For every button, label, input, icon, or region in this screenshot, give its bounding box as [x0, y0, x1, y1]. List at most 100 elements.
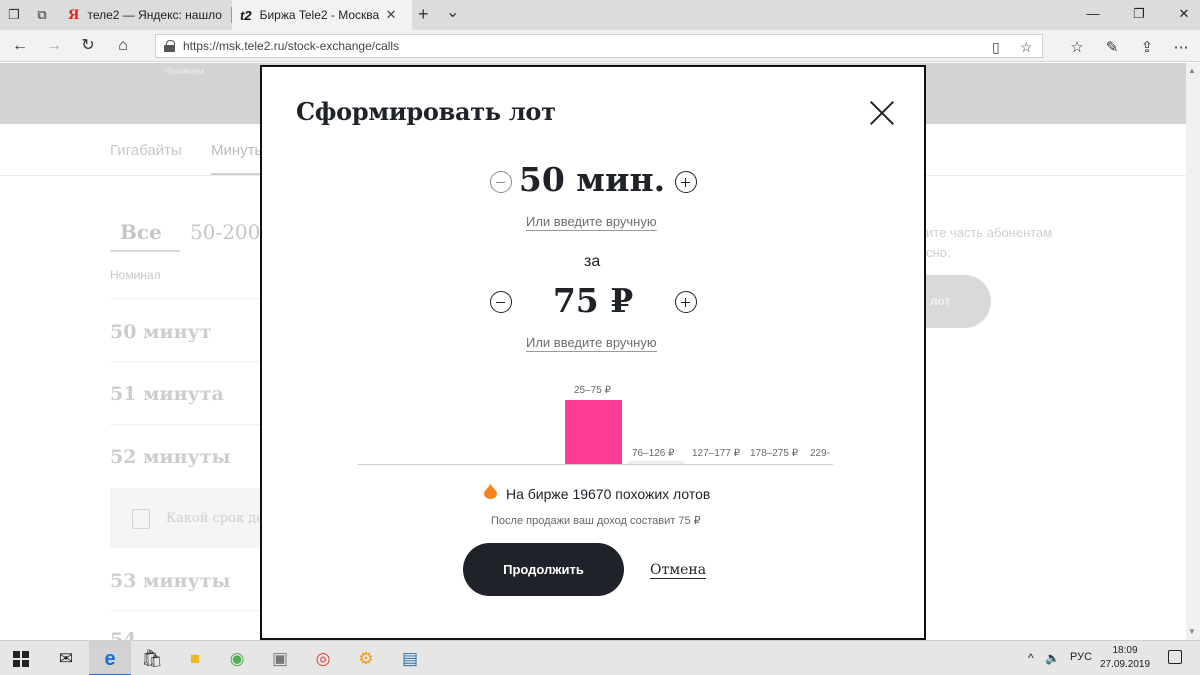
bg-list-item: 54	[110, 629, 137, 640]
url-text: https://msk.tele2.ru/stock-exchange/call…	[183, 39, 400, 53]
forward-icon[interactable]: →	[44, 37, 64, 55]
language-indicator[interactable]: РУС	[1070, 651, 1092, 663]
bg-right-text: сно.	[926, 245, 951, 260]
bg-filter-range: 50-200	[190, 220, 261, 244]
price-increase-button[interactable]	[675, 291, 697, 313]
tab-close-icon[interactable]: ✕	[386, 7, 397, 23]
more-icon[interactable]: ⋯	[1171, 38, 1191, 56]
taskbar-chrome[interactable]: ◎	[302, 641, 344, 675]
histogram-bar	[565, 400, 622, 464]
bg-tab-minutes: Минуты	[211, 142, 266, 159]
tray-chevron-icon[interactable]: ^	[1028, 651, 1034, 665]
bg-nominal-label: Номинал	[110, 268, 161, 282]
tab-preview-icon[interactable]: ❐	[6, 7, 22, 23]
histogram-baseline	[358, 464, 833, 465]
bg-header-text: Позавчера	[165, 67, 205, 76]
favorite-star-icon[interactable]: ☆	[1020, 39, 1033, 56]
windows-taskbar: ✉ e 🛍 ■ ◉ ▣ ◎ ⚙ ▤ ^ 🔈 РУС 18:09 27.09.20…	[0, 640, 1200, 675]
minutes-manual-input-link[interactable]: Или введите вручную	[526, 214, 657, 231]
bg-list-item: 52 минуты	[110, 446, 231, 468]
bg-row-divider	[110, 298, 260, 299]
taskbar-store[interactable]: 🛍	[131, 641, 173, 675]
taskbar-explorer[interactable]: ■	[174, 641, 216, 675]
tab-tele2-exchange[interactable]: t2 Биржа Tele2 - Москва и ✕	[232, 0, 412, 30]
home-icon[interactable]: ⌂	[113, 37, 133, 55]
bg-right-text: ите часть абонентам	[926, 225, 1053, 240]
folder-icon: ■	[189, 649, 201, 668]
volume-icon[interactable]: 🔈	[1045, 651, 1060, 665]
price-manual-input-link[interactable]: Или введите вручную	[526, 335, 657, 352]
continue-button[interactable]: Продолжить	[463, 543, 624, 596]
browser-tab-bar: ❐ ⧉ Я теле2 — Яндекс: нашлось 7 t2 Биржа…	[0, 0, 1200, 30]
taskbar-app[interactable]: ◉	[216, 641, 258, 675]
bg-filter-all: Все	[120, 220, 162, 244]
mail-icon: ✉	[58, 649, 74, 668]
tab-title: теле2 — Яндекс: нашлось 7	[87, 8, 222, 22]
for-label: за	[584, 253, 601, 270]
modal-title: Сформировать лот	[296, 97, 556, 126]
bg-list-item: 51 минута	[110, 383, 224, 405]
taskbar-app[interactable]: ▣	[259, 641, 301, 675]
maximize-icon[interactable]: ❐	[1130, 6, 1148, 22]
bg-tab-underline	[211, 173, 261, 175]
edge-icon: e	[104, 647, 116, 670]
back-icon[interactable]: ←	[10, 37, 30, 55]
clock-date: 27.09.2019	[1099, 659, 1151, 670]
app-icon: ▣	[271, 649, 289, 668]
web-notes-icon[interactable]: ✎	[1102, 38, 1122, 56]
histogram-bar-label: 25–75 ₽	[574, 385, 611, 396]
favorites-hub-icon[interactable]: ☆	[1067, 38, 1087, 56]
start-button[interactable]	[0, 641, 42, 675]
yandex-favicon-icon: Я	[68, 7, 80, 23]
document-app-icon: ▤	[401, 649, 419, 668]
histogram-bar-label: 229-	[810, 448, 831, 459]
chrome-icon: ◎	[315, 649, 331, 668]
taskbar-edge[interactable]: e	[89, 641, 131, 675]
new-tab-icon[interactable]: +	[418, 4, 429, 25]
browser-address-bar: ← → ↻ ⌂ https://msk.tele2.ru/stock-excha…	[0, 30, 1200, 62]
cancel-link[interactable]: Отмена	[650, 562, 707, 579]
windows-logo-icon	[13, 650, 29, 667]
minutes-increase-button[interactable]	[675, 171, 697, 193]
taskbar-clock[interactable]: 18:09 27.09.2019	[1097, 644, 1153, 672]
taskbar-app[interactable]: ⚙	[345, 641, 387, 675]
bg-info-text: Какой срок де	[166, 511, 264, 526]
tab-title: Биржа Tele2 - Москва и	[259, 8, 382, 22]
taskbar-app[interactable]: ▤	[389, 641, 431, 675]
tab-yandex[interactable]: Я теле2 — Яндекс: нашлось 7	[60, 0, 230, 30]
app-icon: ◉	[229, 649, 245, 668]
minimize-icon[interactable]: —	[1084, 6, 1102, 21]
tele2-favicon-icon: t2	[240, 7, 252, 23]
bg-filter-underline	[110, 250, 180, 252]
gear-icon: ⚙	[358, 649, 374, 668]
tab-aside-icon[interactable]: ⧉	[34, 7, 50, 23]
plus-icon-stroke	[684, 177, 687, 187]
notifications-icon[interactable]	[1168, 650, 1182, 664]
histogram-bar-label: 127–177 ₽	[692, 448, 741, 459]
scroll-up-icon[interactable]: ▲	[1188, 66, 1196, 75]
scroll-down-icon[interactable]: ▼	[1188, 627, 1196, 636]
clock-time: 18:09	[1112, 645, 1138, 656]
store-icon: 🛍	[141, 649, 163, 668]
bg-list-item: 50 минут	[110, 321, 212, 343]
close-window-icon[interactable]: ✕	[1175, 6, 1193, 22]
close-icon[interactable]	[868, 99, 896, 127]
reading-view-icon[interactable]: ▯	[992, 39, 1000, 56]
refresh-icon[interactable]: ↻	[78, 37, 98, 55]
bg-row-divider	[110, 610, 260, 611]
lock-icon	[164, 40, 175, 52]
url-input[interactable]: https://msk.tele2.ru/stock-exchange/call…	[155, 34, 1043, 58]
share-icon[interactable]: ⇪	[1137, 38, 1157, 56]
similar-lots-text: На бирже 19670 похожих лотов	[506, 486, 711, 502]
page-scrollbar[interactable]	[1186, 63, 1200, 640]
histogram-bar-label: 178–275 ₽	[750, 448, 799, 459]
tab-list-chevron-icon[interactable]: ⌄	[446, 2, 459, 22]
plus-icon-stroke	[684, 297, 687, 307]
bg-button-label: лот	[930, 294, 951, 308]
histogram-bar-label: 76–126 ₽	[632, 448, 675, 459]
taskbar-mail[interactable]: ✉	[45, 641, 87, 675]
bg-row-divider	[110, 361, 260, 362]
flame-drop-icon	[484, 484, 497, 499]
bg-row-divider	[110, 424, 260, 425]
create-lot-modal: Сформировать лот 50 мин. Или введите вру…	[260, 65, 926, 640]
